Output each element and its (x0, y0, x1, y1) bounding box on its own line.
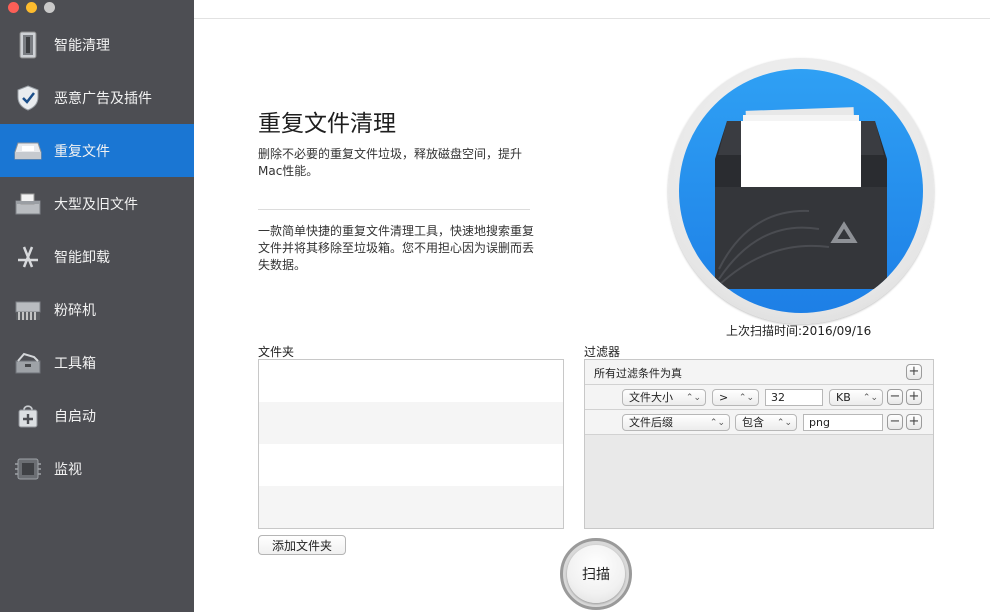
filter-operator-select[interactable]: > ⌃⌄ (712, 389, 759, 406)
last-scan-time: 上次扫描时间:2016/09/16 (726, 324, 872, 338)
remove-filter-button[interactable]: − (887, 389, 903, 405)
sidebar-item-duplicates[interactable]: 重复文件 (0, 124, 194, 177)
filter-field-select[interactable]: 文件后缀 ⌃⌄ (622, 414, 730, 431)
sidebar-item-label: 智能卸载 (54, 249, 110, 266)
trash-drawer-icon (715, 107, 887, 289)
sidebar-item-toolbox[interactable]: 工具箱 (0, 336, 194, 389)
close-window-button[interactable] (8, 2, 19, 13)
file-box-icon (14, 190, 42, 218)
select-arrows-icon: ⌃⌄ (685, 393, 701, 403)
hero-blue-disc (679, 69, 923, 313)
filter-section-label: 过滤器 (584, 345, 621, 359)
sidebar-item-adware[interactable]: 恶意广告及插件 (0, 71, 194, 124)
filter-operator-select[interactable]: 包含 ⌃⌄ (735, 414, 797, 431)
sidebar-item-label: 粉碎机 (54, 302, 96, 319)
window-controls (8, 2, 55, 13)
toolbar-divider (194, 18, 990, 19)
add-folder-button[interactable]: 添加文件夹 (258, 535, 346, 555)
filter-panel: 所有过滤条件为真 + 文件大小 ⌃⌄ > ⌃⌄ 32 KB ⌃⌄ − + 文件后缀 ⌃⌄… (584, 359, 934, 529)
sidebar-item-label: 大型及旧文件 (54, 196, 138, 213)
filter-unit-select[interactable]: KB ⌃⌄ (829, 389, 883, 406)
app-store-icon (14, 243, 42, 271)
sidebar-item-label: 重复文件 (54, 143, 110, 160)
sidebar-item-label: 智能清理 (54, 37, 110, 54)
toolbox-icon (14, 349, 42, 377)
shredder-icon (14, 296, 42, 324)
sidebar-nav: 智能清理 恶意广告及插件 重复文件 大型及旧文件 智能卸载 粉碎机 工具箱 自启… (0, 18, 194, 495)
filter-row: 文件后缀 ⌃⌄ 包含 ⌃⌄ png − + (585, 410, 933, 435)
scan-button-label: 扫描 (567, 545, 625, 603)
add-filter-button[interactable]: + (906, 364, 922, 380)
sidebar-item-large-old-files[interactable]: 大型及旧文件 (0, 177, 194, 230)
duplicate-files-hero-icon (668, 58, 934, 324)
folder-list-row (259, 486, 563, 528)
main-panel: 重复文件清理 删除不必要的重复文件垃圾，释放磁盘空间，提升Mac性能。 一款简单… (194, 0, 990, 612)
ram-chip-icon (14, 455, 42, 483)
add-filter-button[interactable]: + (906, 414, 922, 430)
page-description: 一款简单快捷的重复文件清理工具，快速地搜索重复文件并将其移除至垃圾箱。您不用担心… (258, 224, 535, 272)
folder-list[interactable] (258, 359, 564, 529)
zoom-window-button[interactable] (44, 2, 55, 13)
minimize-window-button[interactable] (26, 2, 37, 13)
sidebar-item-shredder[interactable]: 粉碎机 (0, 283, 194, 336)
select-arrows-icon: ⌃⌄ (862, 393, 878, 403)
sidebar-item-label: 工具箱 (54, 355, 96, 372)
filter-value-input[interactable]: 32 (765, 389, 823, 406)
filter-header-row: 所有过滤条件为真 + (585, 360, 933, 385)
sidebar-item-startup[interactable]: 自启动 (0, 389, 194, 442)
select-arrows-icon: ⌃⌄ (738, 393, 754, 403)
page-subtitle: 删除不必要的重复文件垃圾，释放磁盘空间，提升Mac性能。 (258, 147, 523, 178)
remove-filter-button[interactable]: − (887, 414, 903, 430)
folder-list-row (259, 444, 563, 486)
sidebar-item-monitor[interactable]: 监视 (0, 442, 194, 495)
select-arrows-icon: ⌃⌄ (776, 418, 792, 428)
page-title: 重复文件清理 (258, 111, 396, 137)
sidebar: 智能清理 恶意广告及插件 重复文件 大型及旧文件 智能卸载 粉碎机 工具箱 自启… (0, 0, 194, 612)
folder-list-row (259, 402, 563, 444)
sidebar-item-label: 自启动 (54, 408, 96, 425)
startup-bag-icon (14, 402, 42, 430)
tray-icon (14, 137, 42, 165)
scan-button[interactable]: 扫描 (560, 538, 632, 610)
filter-value-input[interactable]: png (803, 414, 883, 431)
section-divider (258, 209, 530, 210)
filter-field-select[interactable]: 文件大小 ⌃⌄ (622, 389, 706, 406)
folder-section-label: 文件夹 (258, 345, 295, 359)
add-filter-button[interactable]: + (906, 389, 922, 405)
filter-row: 文件大小 ⌃⌄ > ⌃⌄ 32 KB ⌃⌄ − + (585, 385, 933, 410)
select-arrows-icon: ⌃⌄ (709, 418, 725, 428)
sidebar-item-label: 监视 (54, 461, 82, 478)
sidebar-item-uninstaller[interactable]: 智能卸载 (0, 230, 194, 283)
mac-pro-icon (14, 31, 42, 59)
sidebar-item-smart-clean[interactable]: 智能清理 (0, 18, 194, 71)
folder-list-row (259, 360, 563, 402)
sidebar-item-label: 恶意广告及插件 (54, 90, 152, 107)
shield-icon (14, 84, 42, 112)
filter-match-all-label: 所有过滤条件为真 (594, 367, 682, 380)
